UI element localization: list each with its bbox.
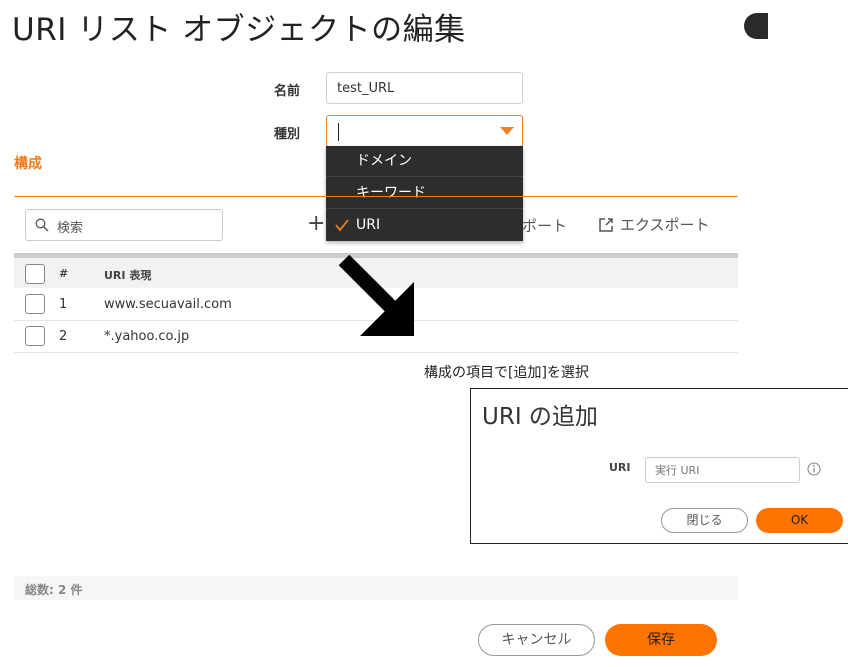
table-footer: 総数: 2 件 (14, 576, 738, 600)
config-divider (14, 196, 738, 197)
text-cursor (338, 123, 339, 141)
name-field[interactable] (326, 72, 523, 104)
close-button[interactable]: 閉じる (661, 508, 748, 533)
row-number: 1 (59, 297, 68, 312)
dialog-title: URI の追加 (482, 404, 598, 430)
name-label: 名前 (274, 84, 301, 99)
row-uri: *.yahoo.co.jp (104, 329, 190, 344)
dropdown-option-uri[interactable]: URI (326, 210, 523, 241)
dropdown-option-domain[interactable]: ドメイン (326, 146, 523, 177)
row-number: 2 (59, 329, 68, 344)
add-uri-dialog: URI の追加 URI 閉じる OK (470, 388, 848, 544)
type-select[interactable] (326, 115, 523, 147)
dropdown-option-keyword[interactable]: キーワード (326, 178, 523, 209)
help-icon[interactable] (744, 13, 768, 39)
export-button[interactable]: エクスポート (598, 211, 710, 237)
row-checkbox[interactable] (25, 326, 45, 346)
total-count: 総数: 2 件 (25, 583, 83, 597)
search-placeholder: 検索 (57, 221, 84, 236)
search-input[interactable]: 検索 (25, 209, 223, 241)
uri-label: URI (609, 461, 631, 474)
column-header-number: # (59, 267, 69, 280)
dropdown-option-label: URI (356, 217, 381, 233)
cancel-button[interactable]: キャンセル (478, 624, 595, 656)
dropdown-option-label: ドメイン (356, 153, 412, 169)
select-all-checkbox[interactable] (25, 264, 45, 284)
instruction-text: 構成の項目で[追加]を選択 (424, 365, 589, 381)
checkmark-icon (335, 219, 349, 232)
config-heading: 構成 (14, 156, 42, 172)
import-button[interactable]: ポート (522, 215, 567, 236)
column-header-uri: URI 表現 (104, 269, 152, 282)
search-icon (35, 218, 49, 232)
arrow-down-right-icon (338, 254, 414, 336)
row-checkbox[interactable] (25, 294, 45, 314)
export-icon (599, 217, 613, 232)
save-button[interactable]: 保存 (605, 624, 717, 656)
add-button[interactable]: + (307, 209, 325, 239)
type-dropdown-menu: ドメイン キーワード URI (326, 146, 523, 241)
page-title: URI リスト オブジェクトの編集 (12, 12, 466, 48)
chevron-down-icon[interactable] (500, 127, 514, 135)
uri-input[interactable] (645, 457, 800, 483)
export-label: エクスポート (620, 215, 710, 234)
ok-button[interactable]: OK (756, 508, 843, 533)
dropdown-option-label: キーワード (356, 185, 426, 201)
row-uri: www.secuavail.com (104, 297, 232, 312)
info-icon[interactable] (807, 462, 821, 476)
type-label: 種別 (274, 127, 301, 142)
